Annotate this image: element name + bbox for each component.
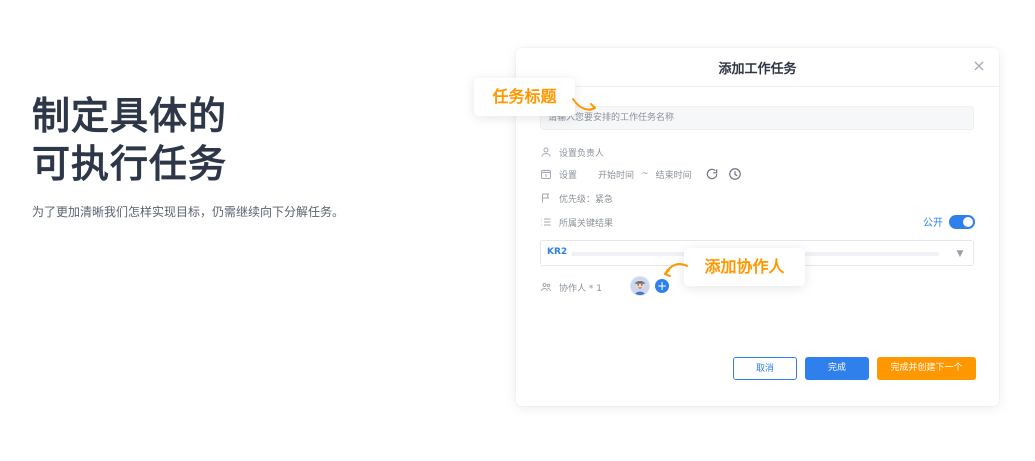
time-separator: ~ xyxy=(641,169,649,179)
hero-title-line-2: 可执行任务 xyxy=(32,142,228,186)
start-time[interactable]: 开始时间 xyxy=(598,168,634,181)
set-label: 设置 xyxy=(559,170,578,181)
dialog-footer-buttons: 取消 完成 完成并创建下一个 xyxy=(733,357,976,380)
hero-title: 制定具体的 可执行任务 xyxy=(32,92,227,188)
users-icon xyxy=(540,281,552,293)
dialog-header: 添加工作任务 × xyxy=(516,48,999,87)
chevron-down-icon: ▼ xyxy=(956,249,964,259)
assignee-row[interactable]: 设置负责人 xyxy=(540,144,604,160)
callout-add-collaborator: 添加协作人 xyxy=(684,248,805,286)
user-icon xyxy=(540,146,552,158)
done-create-next-button[interactable]: 完成并创建下一个 xyxy=(877,357,976,380)
time-row[interactable]: 设置 开始时间 ~ 结束时间 xyxy=(540,166,742,182)
callout-task-title: 任务标题 xyxy=(474,78,575,116)
hero-description: 为了更加清晰我们怎样实现目标，仍需继续向下分解任务。 xyxy=(32,205,345,219)
assignee-label: 设置负责人 xyxy=(559,148,605,159)
flag-icon xyxy=(540,192,552,204)
priority-row[interactable]: 优先级：紧急 xyxy=(540,190,613,206)
key-result-label: 所属关键结果 xyxy=(559,218,614,229)
public-label: 公开 xyxy=(923,218,943,229)
key-result-value: KR2 xyxy=(547,247,568,257)
callout-arrow-1 xyxy=(572,98,596,111)
callout-arrow-2 xyxy=(664,263,688,277)
plus-icon[interactable]: + xyxy=(655,279,669,293)
priority-label: 优先级：紧急 xyxy=(559,194,614,205)
collaborators-label: 协作人 * 1 xyxy=(559,283,602,294)
avatar-icon[interactable] xyxy=(631,277,649,295)
collaborators-row: 协作人 * 1 xyxy=(540,278,602,296)
list-icon xyxy=(540,216,552,228)
hero-title-line-1: 制定具体的 xyxy=(32,94,228,138)
close-icon[interactable]: × xyxy=(971,58,987,74)
refresh-icon[interactable] xyxy=(705,167,719,181)
public-toggle[interactable] xyxy=(949,214,975,229)
done-button[interactable]: 完成 xyxy=(805,357,869,380)
clock-icon[interactable] xyxy=(728,167,742,181)
task-name-input[interactable]: 请输入您要安排的工作任务名称 xyxy=(540,106,974,130)
dialog-title: 添加工作任务 xyxy=(718,62,797,77)
calendar-icon xyxy=(540,168,552,180)
end-time[interactable]: 结束时间 xyxy=(656,168,692,181)
key-result-row: 所属关键结果 xyxy=(540,214,613,230)
cancel-button[interactable]: 取消 xyxy=(733,357,797,380)
public-toggle-wrap: 公开 xyxy=(923,214,975,229)
